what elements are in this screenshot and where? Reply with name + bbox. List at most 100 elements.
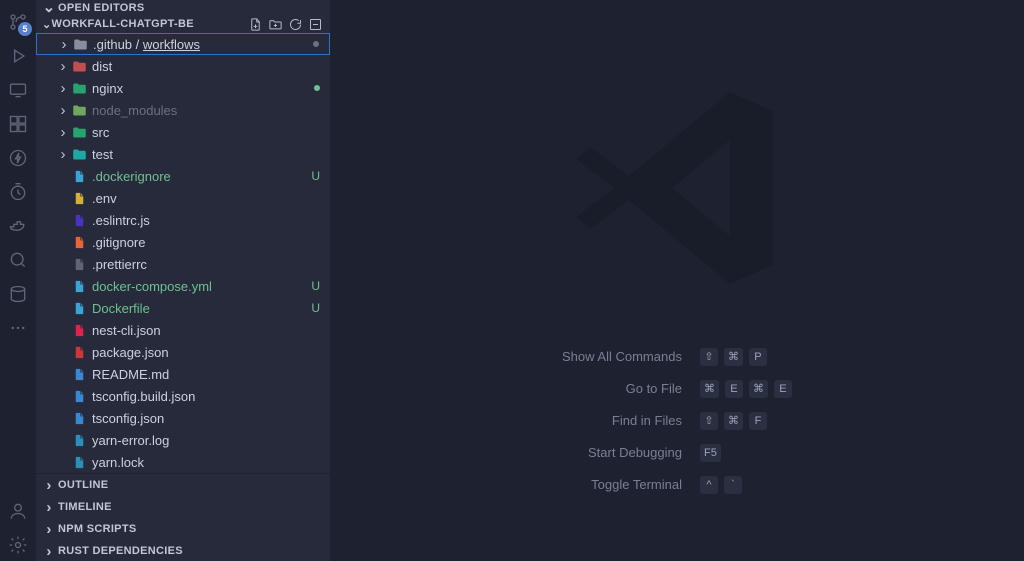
tree-file[interactable]: tsconfig.json xyxy=(36,407,330,429)
file-icon xyxy=(70,213,88,228)
tree-folder[interactable]: ›test xyxy=(36,143,330,165)
key: ⌘ xyxy=(724,348,743,366)
tree-file[interactable]: package.json xyxy=(36,341,330,363)
tree-file[interactable]: .eslintrc.js xyxy=(36,209,330,231)
remote-icon[interactable] xyxy=(2,74,34,106)
more-icon[interactable] xyxy=(2,312,34,344)
database-icon[interactable] xyxy=(2,278,34,310)
item-name: .dockerignore xyxy=(92,169,171,184)
key: ⌘ xyxy=(724,412,743,430)
git-status: U xyxy=(311,279,320,293)
chevron-right-icon: › xyxy=(56,59,70,74)
chevron-right-icon: › xyxy=(42,544,56,559)
file-icon xyxy=(70,169,88,184)
key: F xyxy=(749,412,767,430)
shortcut-label: Go to File xyxy=(562,381,682,396)
item-name: tsconfig.json xyxy=(92,411,164,426)
bottom-panels: ›OUTLINE›TIMELINE›NPM SCRIPTS›RUST DEPEN… xyxy=(36,473,330,561)
git-status: U xyxy=(311,169,320,183)
file-icon xyxy=(70,279,88,294)
shortcut-label: Show All Commands xyxy=(562,349,682,364)
key: ⇧ xyxy=(700,348,718,366)
modified-dot-icon xyxy=(313,41,319,47)
item-name: src xyxy=(92,125,109,140)
item-name: Dockerfile xyxy=(92,301,150,316)
tree-folder-github-workflows[interactable]: › .github / workflows xyxy=(36,33,330,55)
refresh-icon[interactable] xyxy=(286,15,304,33)
explorer-sidebar: ⌄ OPEN EDITORS ⌄ WORKFALL-CHATGPT-BE › .… xyxy=(36,0,330,561)
tree-folder[interactable]: ›node_modules xyxy=(36,99,330,121)
tree-file[interactable]: docker-compose.ymlU xyxy=(36,275,330,297)
panel-outline[interactable]: ›OUTLINE xyxy=(36,474,330,496)
branch-icon[interactable]: 5 xyxy=(2,6,34,38)
chevron-down-icon: ⌄ xyxy=(42,0,56,15)
debug-icon[interactable] xyxy=(2,40,34,72)
folder-icon xyxy=(70,60,88,73)
key: ⌘ xyxy=(749,380,768,398)
file-icon xyxy=(70,257,88,272)
tree-file[interactable]: README.md xyxy=(36,363,330,385)
key: E xyxy=(725,380,743,398)
shortcut-label: Find in Files xyxy=(562,413,682,428)
panel-label: RUST DEPENDENCIES xyxy=(58,545,183,557)
project-name: WORKFALL-CHATGPT-BE xyxy=(52,18,194,30)
shortcut-hints: Show All Commands⇧⌘PGo to File⌘E⌘EFind i… xyxy=(562,348,792,494)
tree-file[interactable]: .gitignore xyxy=(36,231,330,253)
panel-npm-scripts[interactable]: ›NPM SCRIPTS xyxy=(36,518,330,540)
modified-dot-icon xyxy=(314,85,320,91)
file-icon xyxy=(70,455,88,470)
search-icon[interactable] xyxy=(2,244,34,276)
tree-folder[interactable]: ›src xyxy=(36,121,330,143)
panel-timeline[interactable]: ›TIMELINE xyxy=(36,496,330,518)
folder-icon xyxy=(71,38,89,51)
tree-folder[interactable]: ›nginx xyxy=(36,77,330,99)
shortcut-keys: ⇧ ⌘ P xyxy=(700,348,792,366)
tree-folder[interactable]: ›dist xyxy=(36,55,330,77)
tree-file[interactable]: tsconfig.build.json xyxy=(36,385,330,407)
settings-gear-icon[interactable] xyxy=(2,529,34,561)
activity-badge: 5 xyxy=(18,22,32,36)
tree-file[interactable]: yarn-error.log xyxy=(36,429,330,451)
tree-file[interactable]: .dockerignore U xyxy=(36,165,330,187)
tree-file[interactable]: .env xyxy=(36,187,330,209)
file-icon xyxy=(70,191,88,206)
git-status: U xyxy=(311,301,320,315)
key: ⌘ xyxy=(700,380,719,398)
key: F5 xyxy=(700,444,721,462)
shortcut-label: Start Debugging xyxy=(562,445,682,460)
tree-file[interactable]: .prettierrc xyxy=(36,253,330,275)
timer-icon[interactable] xyxy=(2,176,34,208)
tree-file[interactable]: Dockerfile U xyxy=(36,297,330,319)
key: ` xyxy=(724,476,742,494)
activity-bar: 5 xyxy=(0,0,36,561)
folder-path: .github / workflows xyxy=(93,37,200,52)
file-icon xyxy=(70,411,88,426)
extensions-icon[interactable] xyxy=(2,108,34,140)
item-name: yarn.lock xyxy=(92,455,144,470)
key: P xyxy=(749,348,767,366)
item-name: node_modules xyxy=(92,103,177,118)
item-name: .gitignore xyxy=(92,235,145,250)
tree-file[interactable]: nest-cli.json xyxy=(36,319,330,341)
project-header[interactable]: ⌄ WORKFALL-CHATGPT-BE xyxy=(36,15,330,33)
account-icon[interactable] xyxy=(2,495,34,527)
tree-file[interactable]: yarn.lock xyxy=(36,451,330,473)
chevron-right-icon: › xyxy=(42,500,56,515)
new-folder-icon[interactable] xyxy=(266,15,284,33)
collapse-icon[interactable] xyxy=(306,15,324,33)
folder-icon xyxy=(70,148,88,161)
thunder-icon[interactable] xyxy=(2,142,34,174)
item-name: README.md xyxy=(92,367,169,382)
panel-rust-dependencies[interactable]: ›RUST DEPENDENCIES xyxy=(36,540,330,561)
chevron-right-icon: › xyxy=(42,478,56,493)
panel-label: OUTLINE xyxy=(58,479,108,491)
file-icon xyxy=(70,433,88,448)
vscode-logo-icon xyxy=(557,68,797,308)
docker-icon[interactable] xyxy=(2,210,34,242)
item-name: .eslintrc.js xyxy=(92,213,150,228)
item-name: nest-cli.json xyxy=(92,323,161,338)
item-name: test xyxy=(92,147,113,162)
open-editors-section[interactable]: ⌄ OPEN EDITORS xyxy=(36,0,330,15)
item-name: nginx xyxy=(92,81,123,96)
new-file-icon[interactable] xyxy=(246,15,264,33)
